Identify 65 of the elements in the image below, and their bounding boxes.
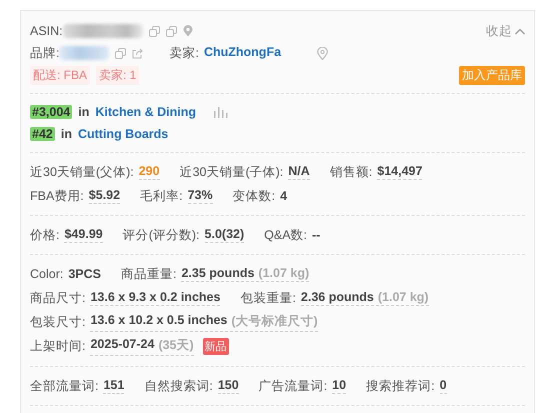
field-note: (1.07 kg) (378, 290, 429, 304)
copy-icon[interactable] (148, 26, 160, 36)
field-label: 销售额: (330, 164, 372, 180)
category-link[interactable]: Kitchen & Dining (95, 105, 196, 119)
field-note: (大号标准尺寸) (231, 312, 318, 330)
field-label: 包装尺寸: (30, 314, 86, 330)
field-value: 151 (103, 378, 124, 394)
field-value: 10 (332, 378, 346, 394)
field-label: 商品重量: (121, 266, 176, 282)
field-label: 近30天销量(子体): (180, 164, 284, 180)
brand-label: 品牌: (30, 44, 60, 62)
category-link[interactable]: Cutting Boards (78, 127, 168, 141)
location-pin-icon[interactable] (182, 25, 193, 37)
copy-icon[interactable] (115, 48, 126, 58)
field-value: 5.0(32) (204, 227, 244, 243)
field-value: 0 (440, 378, 447, 394)
info-tag: 配送: FBA (30, 66, 90, 84)
rank-preposition: in (60, 127, 72, 141)
field-note: (1.07 kg) (258, 266, 310, 280)
field-label: 搜索推荐词: (366, 378, 435, 394)
asin-label: ASIN: (30, 24, 63, 38)
field-label: Q&A数: (264, 226, 308, 244)
field-value: $14,497 (377, 164, 422, 180)
field-value: 290 (138, 164, 160, 180)
collapse-button[interactable]: 收起 (486, 22, 525, 40)
redacted-value (59, 46, 110, 60)
share-icon[interactable] (132, 48, 144, 58)
field-value: 13.6 x 10.2 x 0.5 inches (大号标准尺寸) (90, 312, 318, 332)
field-label: 毛利率: (140, 188, 183, 204)
rank-badge: #3,004 (30, 105, 72, 119)
field-value: 73% (188, 188, 213, 204)
field-label: 广告流量词: (258, 378, 328, 394)
field-label: 近30天销量(父体): (30, 164, 134, 180)
field-value: 13.6 x 9.3 x 0.2 inches (90, 290, 220, 306)
copy-icon[interactable] (166, 26, 177, 36)
field-value: 2.36 pounds (1.07 kg) (300, 290, 429, 306)
bar-chart-icon[interactable] (214, 106, 228, 118)
field-label: 包装重量: (240, 290, 296, 306)
seller-link[interactable]: ChuZhongFa (204, 44, 282, 62)
field-label: 自然搜索词: (144, 378, 213, 394)
location-pin-icon[interactable] (317, 46, 328, 60)
field-value: 150 (218, 378, 239, 394)
field-value: 2025-07-24 (35天) (90, 336, 194, 356)
field-value: 3PCS (68, 266, 101, 282)
field-label: 商品尺寸: (30, 290, 86, 306)
field-label: FBA费用: (30, 188, 84, 204)
new-badge: 新品 (202, 338, 229, 354)
field-label: 变体数: (232, 188, 276, 204)
field-label: Color: (30, 267, 64, 281)
info-tag: 卖家: 1 (96, 66, 140, 84)
field-label: 全部流量词: (30, 378, 98, 394)
field-value: N/A (288, 164, 310, 180)
field-value: $49.99 (64, 227, 103, 243)
field-value: 2.35 pounds (1.07 kg) (181, 266, 310, 282)
field-value: -- (312, 228, 320, 242)
field-value: $5.92 (88, 188, 120, 204)
rank-preposition: in (78, 105, 90, 119)
field-note: (35天) (158, 336, 194, 354)
field-label: 价格: (30, 226, 60, 244)
seller-label: 卖家: (169, 44, 199, 62)
field-label: 上架时间: (30, 338, 86, 354)
field-label: 评分(评分数): (122, 226, 200, 244)
field-value: 4 (280, 188, 288, 204)
rank-badge: #42 (30, 127, 55, 141)
chevron-up-icon (515, 28, 525, 34)
